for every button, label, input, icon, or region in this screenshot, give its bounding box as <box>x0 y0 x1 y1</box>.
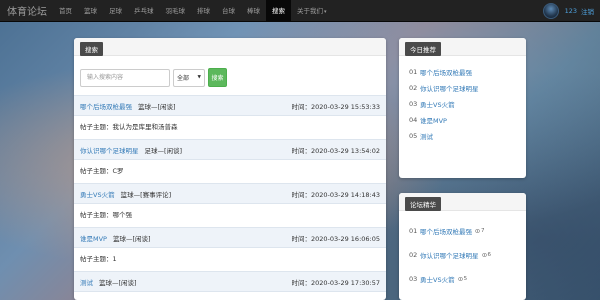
search-input[interactable] <box>80 68 170 87</box>
post-header-row: 谁是MVP 篮球—[闲谈] 时间：2020-03-29 16:06:05 <box>74 227 386 248</box>
site-brand[interactable]: 体育论坛 <box>0 3 53 18</box>
search-bar: 全部 ▼ 搜索 <box>74 56 386 95</box>
search-panel-heading: 搜索 <box>74 38 386 56</box>
highlights-list: 01 哪个后场双枪最强 7 02 你认识哪个足球明星 6 03 勇士VS火箭 5 <box>399 211 526 291</box>
nav-item-basketball[interactable]: 篮球 <box>78 0 103 22</box>
view-count: 7 <box>475 228 485 234</box>
avatar[interactable] <box>542 3 559 19</box>
post-header-row: 测试 篮球—[闲谈] 时间：2020-03-29 17:30:57 <box>74 271 386 292</box>
recommend-link[interactable]: 哪个后场双枪最强 <box>420 67 472 77</box>
recommend-item: 04 谁是MVP <box>409 112 516 128</box>
nav-item-about-dropdown[interactable]: 关于我们▾ <box>291 0 333 22</box>
post-time: 时间：2020-03-29 13:54:02 <box>291 146 380 155</box>
post-left: 哪个后场双枪最强 篮球—[闲谈] <box>80 101 176 111</box>
item-number: 01 <box>409 227 418 235</box>
nav-item-billiards[interactable]: 台球 <box>216 0 241 22</box>
post-category: 足球—[闲谈] <box>144 146 183 155</box>
post-left: 谁是MVP 篮球—[闲谈] <box>80 233 151 243</box>
recommend-item: 01 哪个后场双枪最强 <box>409 64 516 80</box>
post-left: 勇士VS火箭 篮球—[赛事评论] <box>80 189 171 199</box>
nav-item-search[interactable]: 搜索 <box>266 0 291 22</box>
user-name-link[interactable]: 123 <box>565 7 577 15</box>
view-count: 6 <box>481 252 492 258</box>
eye-icon <box>457 277 463 281</box>
item-number: 02 <box>409 84 418 92</box>
recommend-link[interactable]: 勇士VS火箭 <box>420 99 455 109</box>
select-arrow-icon: ▼ <box>197 75 201 80</box>
post-content: 帖子主题：我认为是库里和汤普森 <box>80 123 178 131</box>
user-area: 123 注销 <box>542 0 594 22</box>
post-content: 帖子主题：哪个强 <box>80 211 132 219</box>
post-category: 篮球—[赛事评论] <box>120 190 172 199</box>
highlights-panel: 论坛精华 01 哪个后场双枪最强 7 02 你认识哪个足球明星 6 03 勇士V… <box>399 193 526 300</box>
highlight-item: 03 勇士VS火箭 5 <box>409 267 516 291</box>
recommend-panel-title: 今日推荐 <box>405 42 441 56</box>
eye-icon <box>481 253 487 257</box>
post-header-row: 勇士VS火箭 篮球—[赛事评论] 时间：2020-03-29 14:18:43 <box>74 183 386 204</box>
view-count-value: 7 <box>481 228 485 234</box>
highlight-link[interactable]: 你认识哪个足球明星 <box>420 250 479 260</box>
recommend-link[interactable]: 你认识哪个足球明星 <box>420 83 479 93</box>
post-left: 测试 篮球—[闲谈] <box>80 277 137 287</box>
nav-item-home[interactable]: 首页 <box>53 0 78 22</box>
nav-item-about-label: 关于我们 <box>297 6 323 15</box>
post-time: 时间：2020-03-29 14:18:43 <box>291 190 380 199</box>
search-panel: 搜索 全部 ▼ 搜索 哪个后场双枪最强 篮球—[闲谈] 时间：2020-03-2… <box>74 38 386 300</box>
highlight-link[interactable]: 勇士VS火箭 <box>420 274 455 284</box>
category-select-value: 全部 <box>177 75 190 82</box>
post-time: 时间：2020-03-29 17:30:57 <box>291 278 380 287</box>
highlights-panel-heading: 论坛精华 <box>399 193 526 211</box>
category-select[interactable]: 全部 ▼ <box>173 68 205 87</box>
nav-item-pingpong[interactable]: 乒乓球 <box>128 0 160 22</box>
view-count-value: 5 <box>463 276 468 282</box>
post-category: 篮球—[闲谈] <box>112 234 151 243</box>
recommend-list: 01 哪个后场双枪最强 02 你认识哪个足球明星 03 勇士VS火箭 04 谁是… <box>399 56 526 144</box>
top-navbar: 体育论坛 首页 篮球 足球 乒乓球 羽毛球 排球 台球 棒球 搜索 关于我们▾ … <box>0 0 600 22</box>
eye-icon <box>475 229 480 233</box>
nav-item-football[interactable]: 足球 <box>103 0 128 22</box>
post-content: 帖子主题：1 <box>80 255 117 263</box>
nav-item-volleyball[interactable]: 排球 <box>191 0 216 22</box>
recommend-link[interactable]: 谁是MVP <box>420 115 447 125</box>
post-category: 篮球—[闲谈] <box>99 278 137 287</box>
view-count-value: 6 <box>487 252 492 258</box>
post-header-row: 你认识哪个足球明星 足球—[闲谈] 时间：2020-03-29 13:54:02 <box>74 139 386 160</box>
item-number: 05 <box>409 132 418 140</box>
nav-item-badminton[interactable]: 羽毛球 <box>160 0 192 22</box>
item-number: 02 <box>409 251 418 259</box>
item-number: 03 <box>409 275 418 283</box>
view-count: 5 <box>457 276 468 282</box>
post-category: 篮球—[闲谈] <box>138 102 176 111</box>
post-title-link[interactable]: 你认识哪个足球明星 <box>80 145 139 155</box>
recommend-item: 05 测试 <box>409 128 516 144</box>
highlight-item: 02 你认识哪个足球明星 6 <box>409 243 516 267</box>
post-title-link[interactable]: 哪个后场双枪最强 <box>80 101 132 111</box>
recommend-item: 03 勇士VS火箭 <box>409 96 516 112</box>
recommend-link[interactable]: 测试 <box>420 131 433 141</box>
post-title-link[interactable]: 测试 <box>80 277 93 287</box>
logout-link[interactable]: 注销 <box>581 6 594 16</box>
post-time: 时间：2020-03-29 15:53:33 <box>291 102 380 111</box>
nav-item-baseball[interactable]: 棒球 <box>241 0 266 22</box>
recommend-panel: 今日推荐 01 哪个后场双枪最强 02 你认识哪个足球明星 03 勇士VS火箭 … <box>399 38 526 178</box>
highlight-item: 01 哪个后场双枪最强 7 <box>409 219 516 243</box>
search-panel-title: 搜索 <box>80 42 103 56</box>
post-content: 帖子主题：C罗 <box>80 167 124 175</box>
item-number: 04 <box>409 116 418 124</box>
highlights-panel-title: 论坛精华 <box>405 197 441 211</box>
caret-down-icon: ▾ <box>324 8 327 15</box>
item-number: 03 <box>409 100 418 108</box>
post-title-link[interactable]: 勇士VS火箭 <box>80 189 115 199</box>
post-title-link[interactable]: 谁是MVP <box>80 233 107 243</box>
recommend-item: 02 你认识哪个足球明星 <box>409 80 516 96</box>
post-time: 时间：2020-03-29 16:06:05 <box>291 234 380 243</box>
post-list: 哪个后场双枪最强 篮球—[闲谈] 时间：2020-03-29 15:53:33 … <box>74 95 386 292</box>
item-number: 01 <box>409 68 418 76</box>
highlight-link[interactable]: 哪个后场双枪最强 <box>420 226 472 236</box>
recommend-panel-heading: 今日推荐 <box>399 38 526 56</box>
post-left: 你认识哪个足球明星 足球—[闲谈] <box>80 145 182 155</box>
search-button[interactable]: 搜索 <box>208 68 227 87</box>
post-header-row: 哪个后场双枪最强 篮球—[闲谈] 时间：2020-03-29 15:53:33 <box>74 95 386 116</box>
